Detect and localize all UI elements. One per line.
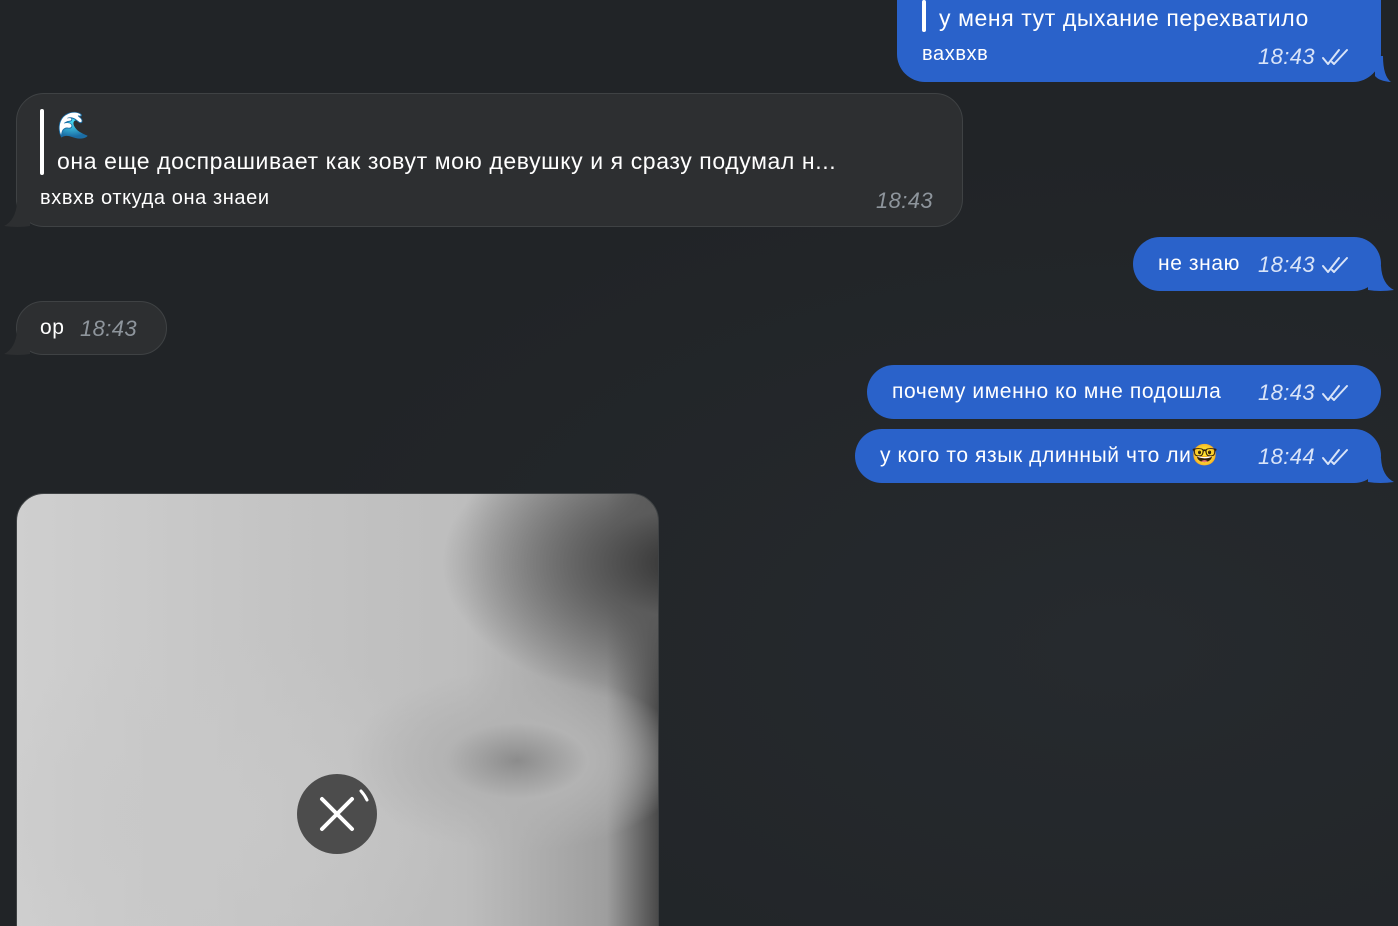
double-check-icon [1322,449,1348,465]
message-text-content: у кого то язык длинный что ли [880,444,1192,467]
double-check-icon [1322,257,1348,273]
bubble-tail [4,330,30,356]
nerd-face-emoji: 🤓 [1191,444,1219,467]
bubble-tail [1368,458,1394,484]
message-text: вхвхв откуда она знаеи [40,187,270,209]
bubble-tail [1368,266,1394,292]
reply-quote-emoji: 🌊 [57,110,90,140]
message-text: не знаю [1158,252,1240,275]
cancel-download-button[interactable] [297,774,377,854]
reply-quote-bar [922,0,926,32]
close-icon [320,789,369,831]
double-check-icon [1322,49,1348,65]
media-message-blurred-image[interactable] [16,493,659,926]
message-text: почему именно ко мне подошла [892,380,1222,403]
message-time: 18:43 [1258,252,1316,277]
reply-quote-bar [40,109,44,175]
chat-area[interactable]: у меня тут дыхание перехватило вахвхв 18… [0,0,1398,926]
outgoing-message[interactable]: у кого то язык длинный что ли🤓 18:44 [855,429,1381,483]
message-time: 18:44 [1258,444,1316,469]
message-time: 18:43 [876,188,934,213]
message-time: 18:43 [80,316,138,341]
message-time: 18:43 [1258,380,1316,405]
bubble-tail [4,202,30,228]
incoming-message[interactable]: 🌊 она еще доспрашивает как зовут мою дев… [16,93,963,227]
outgoing-message[interactable]: не знаю 18:43 [1133,237,1381,291]
incoming-message[interactable]: ор 18:43 [16,301,167,355]
message-text: ор [40,316,65,339]
double-check-icon [1322,385,1348,401]
message-text: вахвхв [922,43,989,65]
bubble-tail [1375,56,1398,82]
message-text: у кого то язык длинный что ли🤓 [880,444,1218,468]
reply-quote-text[interactable]: она еще доспрашивает как зовут мою девуш… [57,148,836,175]
reply-quote-text[interactable]: у меня тут дыхание перехватило [939,5,1309,32]
message-time: 18:43 [1258,44,1316,69]
outgoing-message[interactable]: почему именно ко мне подошла 18:43 [867,365,1381,419]
outgoing-message[interactable]: у меня тут дыхание перехватило вахвхв 18… [897,0,1391,82]
